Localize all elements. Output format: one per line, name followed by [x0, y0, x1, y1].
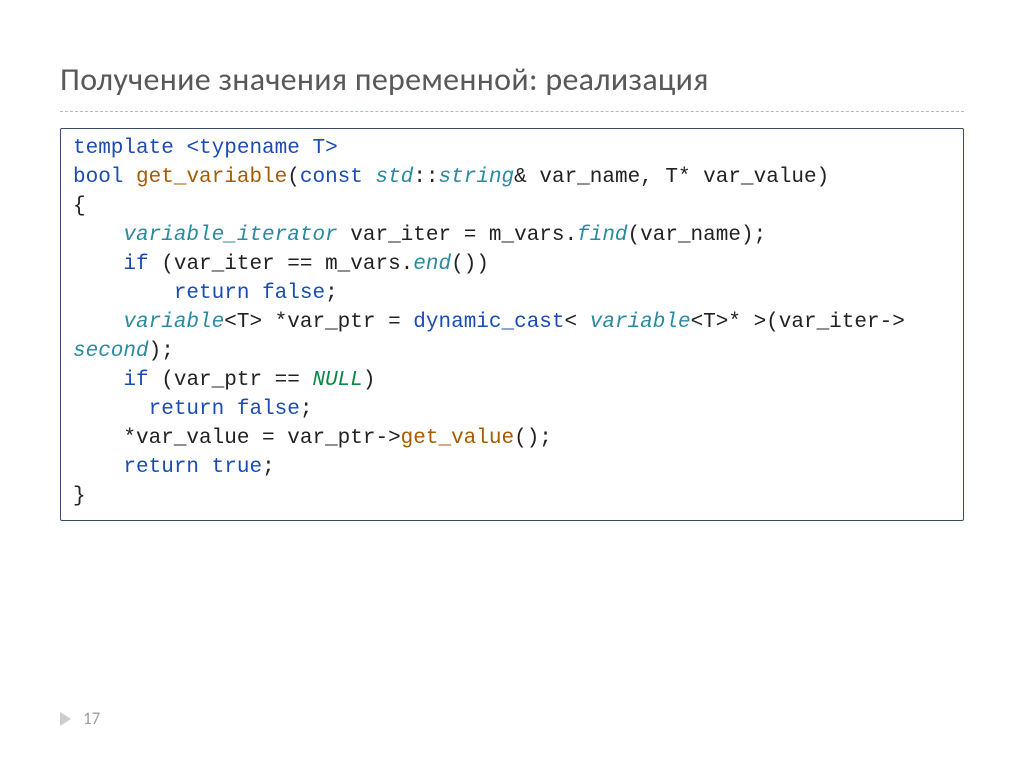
code-text: :: [413, 166, 438, 189]
code-kw: true [212, 456, 262, 479]
code-indent [73, 253, 123, 276]
code-text: ); [149, 340, 174, 363]
code-kw: false [262, 282, 325, 305]
code-text: & var_name, T* var_value) [514, 166, 829, 189]
code-indent [73, 456, 123, 479]
code-text: *var_value = var_ptr-> [123, 427, 400, 450]
code-text: (var_name); [628, 224, 767, 247]
code-cls: std [376, 166, 414, 189]
code-cls: variable [123, 311, 224, 334]
code-indent [73, 427, 123, 450]
code-indent [73, 311, 123, 334]
code-text: <T>* >(var_iter-> [691, 311, 905, 334]
code-cls: string [439, 166, 515, 189]
code-kw: return [123, 456, 199, 479]
code-indent [73, 398, 149, 421]
code-indent [73, 282, 174, 305]
code-kw: typename [199, 137, 300, 160]
code-text: (var_iter == m_vars. [149, 253, 414, 276]
code-cls: variable [590, 311, 691, 334]
code-kw: T> [300, 137, 338, 160]
code-text: { [73, 195, 86, 218]
code-block: template <typename T> bool get_variable(… [60, 128, 964, 521]
code-text: ( [287, 166, 300, 189]
slide-container: Получение значения переменной: реализаци… [0, 0, 1024, 767]
code-text: ; [262, 456, 275, 479]
code-cls: end [413, 253, 451, 276]
arrow-right-icon [60, 712, 71, 726]
code-kw: if [123, 369, 148, 392]
code-kw: dynamic_cast [413, 311, 564, 334]
slide-title: Получение значения переменной: реализаци… [60, 60, 964, 99]
code-text: < [565, 311, 590, 334]
code-cls: variable_iterator [123, 224, 337, 247]
code-text: ; [300, 398, 313, 421]
code-text: ; [325, 282, 338, 305]
code-kw: return [149, 398, 225, 421]
code-text [174, 137, 187, 160]
code-text: ) [363, 369, 376, 392]
code-text: } [73, 485, 86, 508]
code-cls: second [73, 340, 149, 363]
code-cls: find [577, 224, 627, 247]
code-text: <T> *var_ptr = [224, 311, 413, 334]
code-kw: bool [73, 166, 123, 189]
code-text: (var_ptr == [149, 369, 313, 392]
code-text: (); [514, 427, 552, 450]
code-kw: if [123, 253, 148, 276]
code-text: var_iter = m_vars. [338, 224, 577, 247]
code-kw: return [174, 282, 250, 305]
code-lit: NULL [312, 369, 362, 392]
code-kw: false [237, 398, 300, 421]
code-text: ()) [451, 253, 489, 276]
code-kw: template [73, 137, 174, 160]
code-fn: get_variable [136, 166, 287, 189]
code-kw: < [186, 137, 199, 160]
page-number: 17 [83, 708, 100, 729]
code-kw: const [300, 166, 363, 189]
code-fn: get_value [401, 427, 514, 450]
code-indent [73, 224, 123, 247]
code-indent [73, 369, 123, 392]
footer: 17 [60, 708, 100, 729]
divider [60, 111, 964, 112]
